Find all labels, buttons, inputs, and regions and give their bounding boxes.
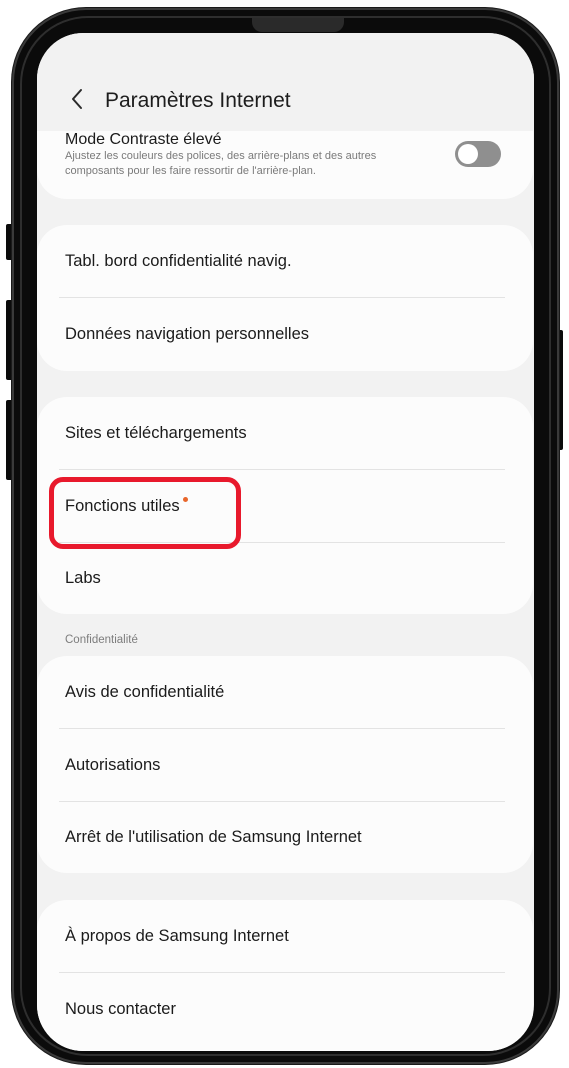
app-header: Paramètres Internet <box>37 33 534 131</box>
contrast-card: Mode Contraste élevé Ajustez les couleur… <box>37 131 533 199</box>
menu-item-label: Tabl. bord confidentialité navig. <box>65 251 292 270</box>
chevron-left-icon <box>72 89 82 109</box>
contrast-mode-title: Mode Contraste élevé <box>65 131 222 148</box>
menu-item-label: Autorisations <box>65 755 161 774</box>
menu-item-labs[interactable]: Labs <box>37 542 533 614</box>
menu-item-permissions[interactable]: Autorisations <box>37 729 533 801</box>
contrast-mode-description: Ajustez les couleurs des polices, des ar… <box>65 150 377 177</box>
back-button[interactable] <box>63 85 91 113</box>
menu-item-about[interactable]: À propos de Samsung Internet <box>37 900 533 972</box>
menu-item-personal-browsing-data[interactable]: Données navigation personnelles <box>37 298 533 370</box>
section-label-privacy: Confidentialité <box>65 634 138 646</box>
page-title: Paramètres Internet <box>105 89 291 112</box>
menu-item-privacy-notice[interactable]: Avis de confidentialité <box>37 656 533 728</box>
privacy-card: Avis de confidentialité Autorisations Ar… <box>37 656 533 873</box>
menu-item-label: Nous contacter <box>65 999 176 1018</box>
menu-item-label: Labs <box>65 568 101 587</box>
menu-item-label: Avis de confidentialité <box>65 682 225 701</box>
contrast-mode-toggle[interactable] <box>455 141 501 167</box>
menu-item-privacy-dashboard[interactable]: Tabl. bord confidentialité navig. <box>37 225 533 297</box>
menu-item-label: À propos de Samsung Internet <box>65 926 289 945</box>
menu-item-label: Arrêt de l'utilisation de Samsung Intern… <box>65 827 362 846</box>
earpiece-speaker <box>252 18 344 32</box>
menu-item-sites-downloads[interactable]: Sites et téléchargements <box>37 397 533 469</box>
menu-item-label: Sites et téléchargements <box>65 423 247 442</box>
highlight-annotation <box>49 477 241 549</box>
menu-item-label: Données navigation personnelles <box>65 324 310 343</box>
about-card: À propos de Samsung Internet Nous contac… <box>37 900 533 1051</box>
toggle-knob <box>458 144 478 164</box>
privacy-dashboard-card: Tabl. bord confidentialité navig. Donnée… <box>37 225 533 371</box>
menu-item-stop-using[interactable]: Arrêt de l'utilisation de Samsung Intern… <box>37 801 533 873</box>
menu-item-contact-us[interactable]: Nous contacter <box>37 973 533 1045</box>
